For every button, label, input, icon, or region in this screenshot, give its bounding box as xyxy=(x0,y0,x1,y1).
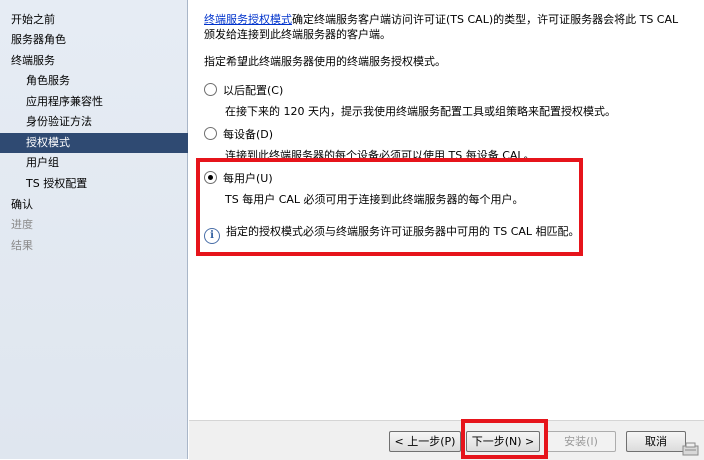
sidebar-item-before-you-begin[interactable]: 开始之前 xyxy=(11,10,55,30)
radio-configure-later[interactable] xyxy=(204,83,217,96)
radio-per-device[interactable] xyxy=(204,127,217,140)
option-configure-later-label: 以后配置(C) xyxy=(223,84,284,97)
sidebar-item-licensing-mode[interactable]: 授权模式 xyxy=(0,133,188,153)
option-per-device[interactable]: 每设备(D) xyxy=(204,127,273,143)
sidebar-item-server-roles[interactable]: 服务器角色 xyxy=(11,30,66,50)
option-per-device-label: 每设备(D) xyxy=(223,128,274,141)
intro-line-1: 确定终端服务客户端访问许可证(TS CAL)的类型，许可证服务器会将此 TS C… xyxy=(292,13,679,26)
mode-prompt: 指定希望此终端服务器使用的终端服务授权模式。 xyxy=(204,55,446,68)
intro-text: 终端服务授权模式确定终端服务客户端访问许可证(TS CAL)的类型，许可证服务器… xyxy=(204,12,694,42)
previous-button[interactable]: < 上一步(P) xyxy=(389,431,461,452)
sidebar-item-role-services[interactable]: 角色服务 xyxy=(26,71,70,91)
sidebar-item-app-compatibility[interactable]: 应用程序兼容性 xyxy=(26,92,103,112)
cancel-button[interactable]: 取消 xyxy=(626,431,686,452)
sidebar-item-authentication-method[interactable]: 身份验证方法 xyxy=(26,112,92,132)
highlight-next-button xyxy=(461,419,548,459)
resize-grip-icon[interactable] xyxy=(682,442,700,456)
sidebar-item-progress: 进度 xyxy=(11,218,33,231)
intro-line-2: 颁发给连接到此终端服务器的客户端。 xyxy=(204,28,391,41)
wizard-footer: < 上一步(P) 下一步(N) > 安装(I) 取消 xyxy=(189,420,704,460)
sidebar-item-terminal-services[interactable]: 终端服务 xyxy=(11,51,55,71)
licensing-mode-link[interactable]: 终端服务授权模式 xyxy=(204,13,292,26)
sidebar-item-confirmation[interactable]: 确认 xyxy=(11,195,33,215)
install-button: 安装(I) xyxy=(546,431,616,452)
sidebar-item-user-groups[interactable]: 用户组 xyxy=(26,153,59,173)
highlight-per-user-box xyxy=(196,158,583,256)
option-configure-later-desc: 在接下来的 120 天内，提示我使用终端服务配置工具或组策略来配置授权模式。 xyxy=(225,105,616,118)
sidebar-item-results: 结果 xyxy=(11,239,33,252)
option-configure-later[interactable]: 以后配置(C) xyxy=(204,83,283,99)
wizard-sidebar: 开始之前 服务器角色 终端服务 角色服务 应用程序兼容性 身份验证方法 授权模式… xyxy=(0,0,188,459)
sidebar-item-ts-licensing-config[interactable]: TS 授权配置 xyxy=(26,174,87,194)
